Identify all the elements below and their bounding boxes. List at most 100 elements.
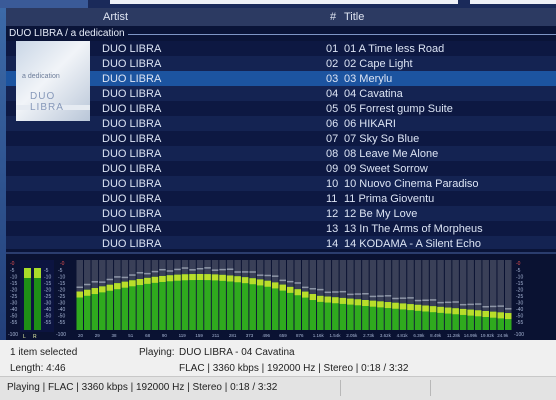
- spectrum-bar: [249, 278, 256, 330]
- track-title: 11 Prima Gioventu: [344, 193, 435, 205]
- spectrum-bar: [219, 274, 226, 330]
- spectrum-bar-top: [339, 297, 347, 304]
- track-row[interactable]: DUO LIBRA 12 12 Be My Love: [6, 206, 556, 221]
- spectrum-bar-top: [159, 275, 166, 282]
- peak-scale-label: -25: [10, 294, 17, 300]
- track-row[interactable]: DUO LIBRA 10 10 Nuovo Cinema Paradiso: [6, 176, 556, 191]
- track-number: 06: [326, 118, 339, 130]
- track-artist: DUO LIBRA: [102, 73, 162, 85]
- spectrum-peak: [437, 301, 444, 304]
- peak-scale-label: -20: [10, 288, 17, 294]
- spectrum-bar-top: [294, 289, 302, 296]
- column-header-artist[interactable]: Artist: [103, 11, 128, 23]
- spectrum-bar: [264, 280, 271, 330]
- column-header-title[interactable]: Title: [344, 11, 364, 23]
- frequency-label: 159: [195, 333, 203, 338]
- spectrum-peak: [249, 271, 256, 273]
- peak-scale-label: -15: [10, 281, 17, 287]
- spectrum-bar-top: [91, 288, 99, 295]
- frequency-label: 6.39k: [413, 333, 425, 338]
- track-row[interactable]: DUO LIBRA 09 09 Sweet Sorrow: [6, 161, 556, 176]
- peak-scale-label-right: -40: [44, 307, 51, 313]
- spectrum-peak: [91, 281, 99, 283]
- spectrum-bar: [136, 279, 144, 330]
- peak-scale-label-right: -10: [44, 275, 51, 281]
- group-divider: [128, 34, 556, 35]
- peak-scale-label-right: -30: [44, 301, 51, 307]
- spectrum-bar-top: [286, 286, 294, 293]
- spectrum-peak: [369, 295, 377, 298]
- peak-scale-label: -50: [10, 314, 17, 320]
- spectrum-visualizer: L R-5-10-15-20-25-30-40-50-55-0-100-5-10-…: [8, 260, 524, 340]
- spectrum-bar-top: [99, 286, 106, 293]
- track-row[interactable]: DUO LIBRA 13 13 In The Arms of Morpheus: [6, 221, 556, 236]
- spectrum-peak: [196, 268, 204, 270]
- track-row[interactable]: DUO LIBRA 07 07 Sky So Blue: [6, 131, 556, 146]
- track-row[interactable]: DUO LIBRA 08 08 Leave Me Alone: [6, 146, 556, 161]
- track-number: 03: [326, 73, 339, 85]
- track-title: 06 HIKARI: [344, 118, 396, 130]
- frequency-label: 20: [78, 333, 84, 338]
- spectrum-scale-top: -0: [60, 261, 65, 267]
- album-art: a dedication DUO LIBRA: [16, 41, 90, 121]
- frequency-label: 659: [279, 333, 287, 338]
- track-title: 07 Sky So Blue: [344, 133, 420, 145]
- playlist-header: Artist # Title: [6, 8, 556, 26]
- spectrum-peak: [286, 280, 294, 283]
- spectrum-peak: [211, 269, 219, 271]
- spectrum-peak: [264, 274, 271, 277]
- track-artist: DUO LIBRA: [102, 178, 162, 190]
- spectrum-peak: [459, 303, 467, 306]
- peak-scale-label-right: -5: [44, 268, 49, 274]
- spectrum-bar: [84, 289, 91, 330]
- frequency-label: 2.73k: [363, 333, 375, 338]
- track-artist: DUO LIBRA: [102, 238, 162, 249]
- spectrum-bar-top: [189, 274, 196, 281]
- spectrum-bar: [129, 280, 136, 330]
- spectrum-bar-top: [482, 310, 489, 317]
- spectrum-bar-top: [384, 302, 392, 309]
- peak-scale-label: -40: [10, 307, 17, 313]
- track-artist: DUO LIBRA: [102, 133, 162, 145]
- track-title: 09 Sweet Sorrow: [344, 163, 428, 175]
- spectrum-peak: [362, 292, 369, 295]
- status-bar-divider: [430, 380, 431, 396]
- column-header-number[interactable]: #: [330, 11, 336, 23]
- spectrum-bar-top: [317, 295, 324, 302]
- now-playing: DUO LIBRA - 04 Cavatina: [179, 347, 295, 358]
- spectrum-bar: [211, 274, 219, 330]
- track-number: 08: [326, 148, 339, 160]
- spectrum-peak: [106, 278, 114, 281]
- spectrum-scale-label: -10: [58, 275, 65, 281]
- frequency-label: 211: [212, 333, 220, 338]
- spectrum-bar-top: [369, 300, 377, 307]
- track-row[interactable]: DUO LIBRA 14 14 KODAMA - A Silent Echo: [6, 236, 556, 249]
- frequency-label: 38: [112, 333, 118, 338]
- spectrum-scale-bottom: -100: [56, 332, 66, 338]
- spectrum-scale-label-right: -10: [516, 275, 523, 281]
- spectrum-bar-top: [332, 297, 339, 304]
- spectrum-bar-top: [226, 275, 234, 282]
- spectrum-bar-top: [399, 303, 407, 310]
- spectrum-bar: [294, 289, 302, 330]
- frequency-label: 496: [262, 333, 270, 338]
- spectrum-scale-label: -15: [58, 281, 65, 287]
- spectrum-bar: [196, 274, 204, 330]
- spectrum-bar: [181, 274, 189, 330]
- spectrum-bar-top: [249, 278, 256, 285]
- spectrum-scale-label: -55: [58, 320, 65, 326]
- track-row[interactable]: DUO LIBRA 11 11 Prima Gioventu: [6, 191, 556, 206]
- spectrum-bar-top: [106, 284, 114, 291]
- spectrum-peak: [504, 308, 512, 310]
- spectrum-bar-top: [181, 274, 189, 281]
- spectrum-bar-top: [76, 291, 84, 298]
- spectrum-scale-label: -25: [58, 294, 65, 300]
- track-artist: DUO LIBRA: [102, 208, 162, 220]
- spectrum-bar: [91, 288, 99, 330]
- spectrum-bar: [234, 276, 241, 330]
- spectrum-peak: [234, 271, 241, 273]
- spectrum-peak: [332, 291, 339, 293]
- spectrum-peak: [279, 279, 286, 282]
- track-number: 07: [326, 133, 339, 145]
- spectrum-peak: [151, 270, 159, 273]
